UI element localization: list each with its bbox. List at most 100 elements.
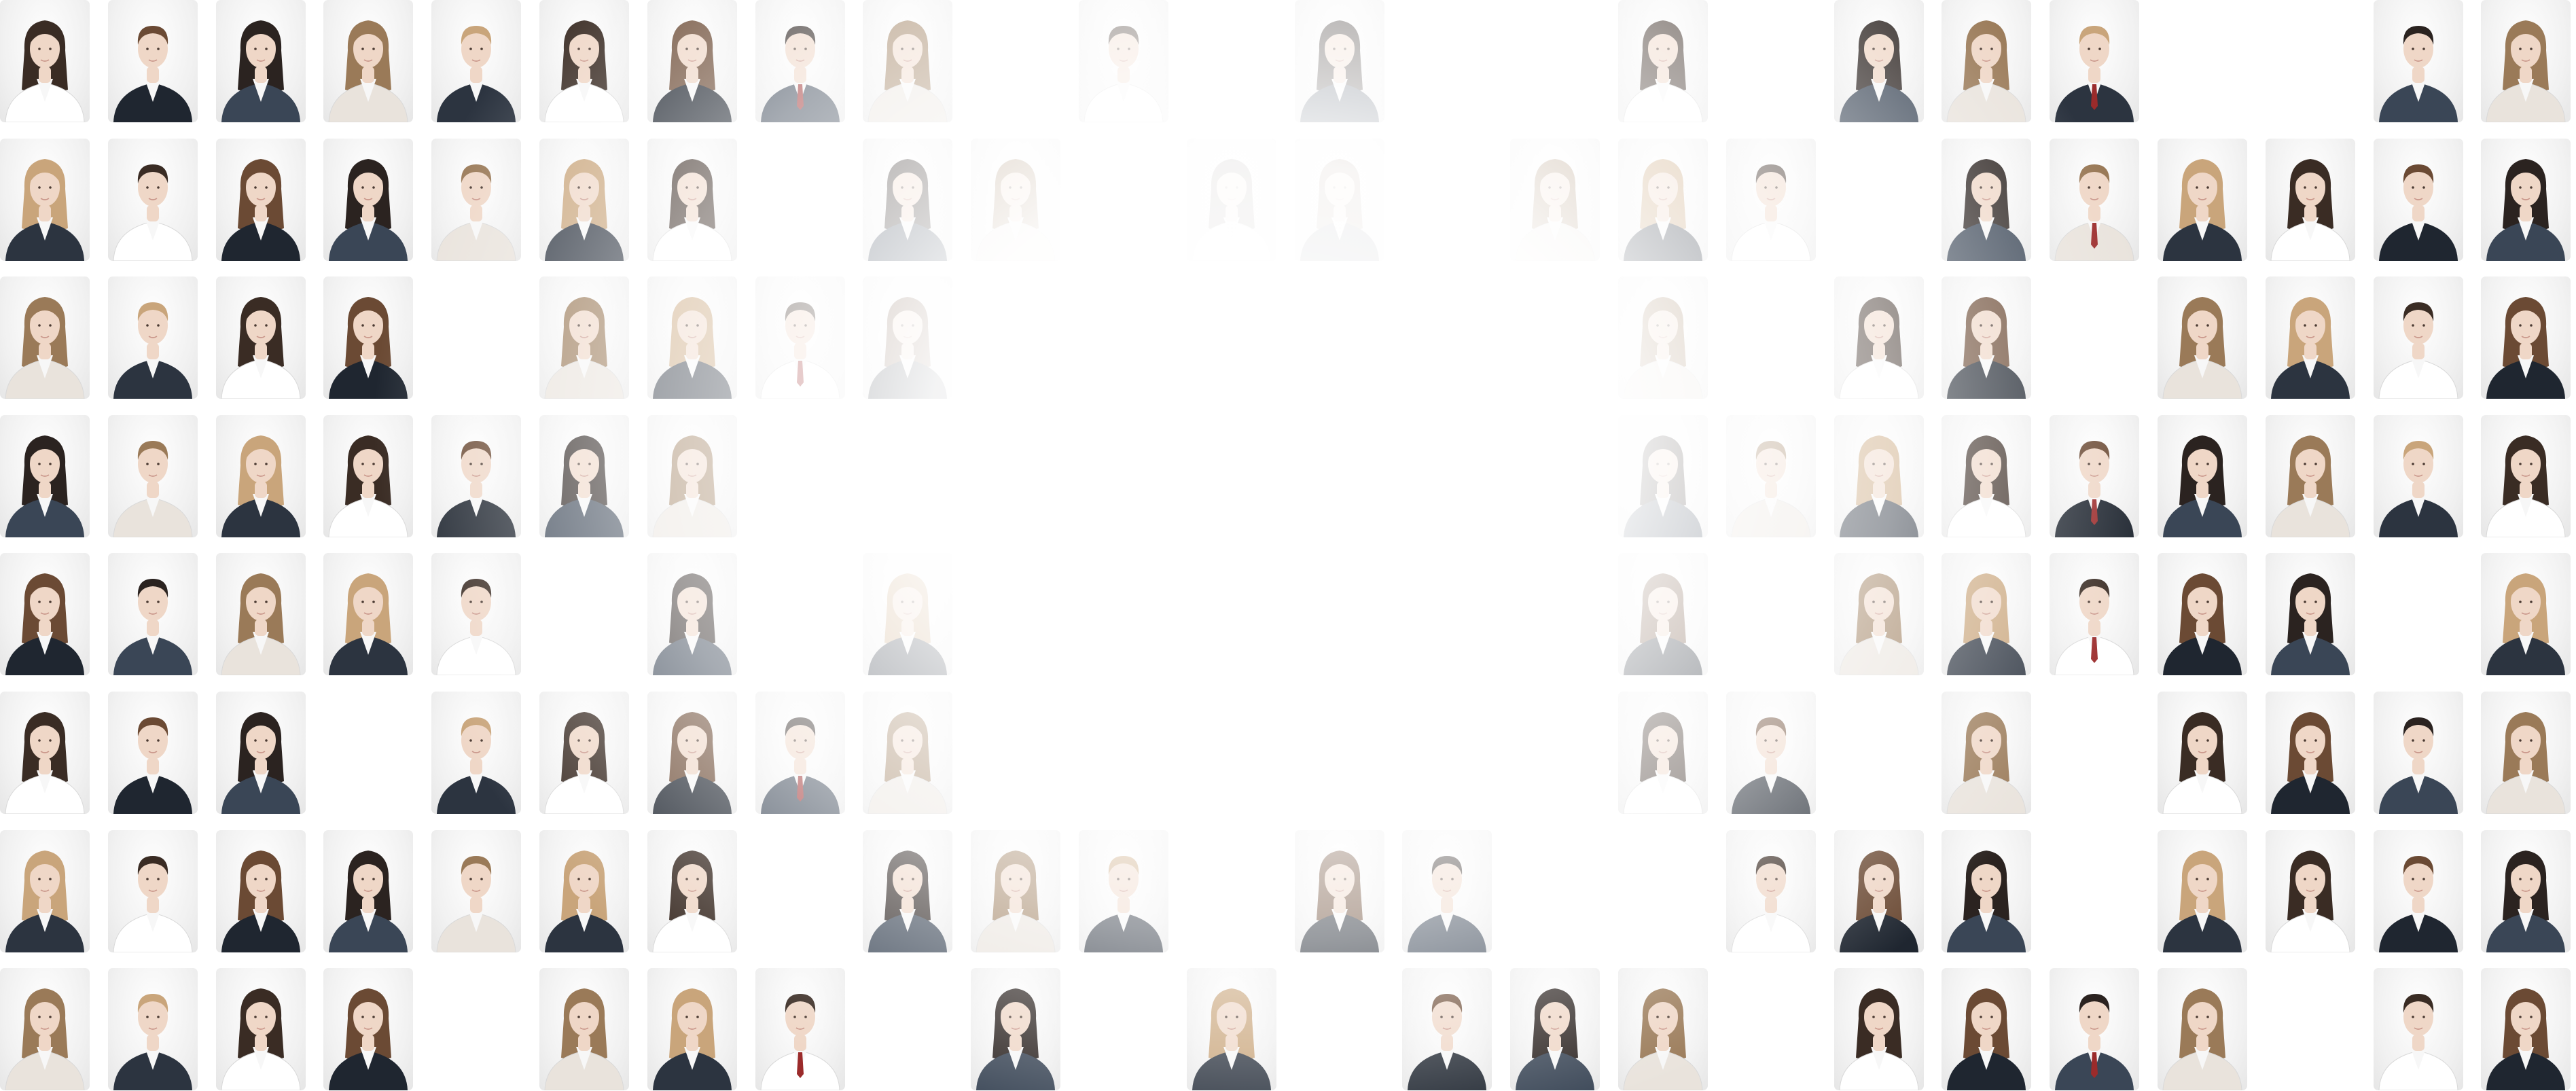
person-portrait-icon <box>976 159 1056 261</box>
portrait-photo <box>2481 830 2571 952</box>
portrait-photo <box>323 553 413 675</box>
portrait-photo <box>971 968 1060 1090</box>
portrait-photo <box>971 139 1060 261</box>
portrait-photo <box>2266 830 2355 952</box>
portrait-photo <box>1618 139 1708 261</box>
portrait-photo <box>216 830 306 952</box>
portrait-photo <box>863 830 952 952</box>
person-portrait-icon <box>653 297 732 399</box>
person-portrait-icon <box>221 712 300 814</box>
person-portrait-icon <box>2055 26 2134 122</box>
person-portrait-icon <box>1624 435 1702 537</box>
person-portrait-icon <box>221 159 300 261</box>
person-portrait-icon <box>2162 712 2242 814</box>
portrait-photo <box>863 553 952 675</box>
portrait-photo <box>863 276 952 399</box>
person-portrait-icon <box>868 159 947 261</box>
portrait-photo <box>0 139 90 261</box>
portrait-photo <box>2050 968 2139 1090</box>
person-portrait-icon <box>2486 297 2565 399</box>
portrait-photo <box>2374 692 2463 814</box>
person-portrait-icon <box>653 712 732 814</box>
person-portrait-icon <box>2486 435 2566 537</box>
portrait-photo <box>647 415 737 537</box>
portrait-photo <box>431 553 521 675</box>
portrait-photo <box>216 415 306 537</box>
portrait-photo <box>1942 0 2031 122</box>
portrait-photo <box>1726 415 1816 537</box>
portrait-photo <box>0 415 90 537</box>
person-portrait-icon <box>544 988 624 1090</box>
person-portrait-icon <box>2486 712 2566 814</box>
portrait-photo <box>1942 415 2031 537</box>
person-portrait-icon <box>2486 988 2565 1090</box>
portrait-photo <box>108 968 198 1090</box>
portrait-photo <box>2481 692 2571 814</box>
portrait-photo <box>2050 139 2139 261</box>
person-portrait-icon <box>437 26 516 122</box>
person-portrait-icon <box>1623 988 1703 1090</box>
person-portrait-icon <box>652 159 732 261</box>
person-portrait-icon <box>545 851 624 952</box>
person-portrait-icon <box>760 302 840 399</box>
portrait-photo <box>108 830 198 952</box>
portrait-photo <box>1402 968 1492 1090</box>
person-portrait-icon <box>1947 159 2026 261</box>
portrait-photo <box>539 276 629 399</box>
portrait-photo <box>647 0 737 122</box>
person-portrait-icon <box>1192 988 1271 1090</box>
portrait-photo <box>863 0 952 122</box>
person-portrait-icon <box>221 435 300 537</box>
person-portrait-icon <box>652 851 732 952</box>
person-portrait-icon <box>436 164 516 261</box>
portrait-photo <box>108 553 198 675</box>
portrait-photo <box>108 692 198 814</box>
portrait-photo <box>2158 276 2247 399</box>
portrait-photo <box>2266 692 2355 814</box>
portrait-photo <box>1510 968 1600 1090</box>
person-portrait-icon <box>1947 988 2026 1090</box>
portrait-photo <box>0 553 90 675</box>
person-portrait-icon <box>1515 159 1595 261</box>
portrait-photo <box>431 830 521 952</box>
person-portrait-icon <box>113 26 192 122</box>
person-portrait-icon <box>1947 573 2026 675</box>
person-portrait-icon <box>1840 435 1918 537</box>
person-portrait-icon <box>113 856 193 952</box>
person-portrait-icon <box>2163 435 2242 537</box>
person-portrait-icon <box>1731 441 1811 537</box>
portrait-photo <box>755 276 845 399</box>
person-portrait-icon <box>5 573 84 675</box>
person-portrait-icon <box>2379 856 2458 952</box>
portrait-photo <box>539 415 629 537</box>
portrait-photo <box>323 139 413 261</box>
portrait-photo <box>2158 415 2247 537</box>
portrait-photo <box>2374 276 2463 399</box>
portrait-photo <box>2266 276 2355 399</box>
portrait-photo <box>2374 139 2463 261</box>
portrait-photo <box>2158 692 2247 814</box>
person-portrait-icon <box>5 297 85 399</box>
portrait-photo <box>108 276 198 399</box>
person-portrait-icon <box>1300 851 1379 952</box>
person-portrait-icon <box>2271 573 2350 675</box>
person-portrait-icon <box>1300 20 1379 122</box>
person-portrait-icon <box>5 435 84 537</box>
portrait-photo <box>2158 139 2247 261</box>
portrait-photo <box>2374 968 2463 1090</box>
person-portrait-icon <box>1084 26 1164 122</box>
portrait-photo <box>1834 276 1924 399</box>
person-portrait-icon <box>1084 856 1163 952</box>
portrait-photo <box>2266 553 2355 675</box>
person-portrait-icon <box>221 988 301 1090</box>
person-portrait-icon <box>1946 712 2026 814</box>
person-portrait-icon <box>545 435 624 537</box>
person-portrait-icon <box>1947 851 2026 952</box>
person-portrait-icon <box>1624 573 1702 675</box>
person-portrait-icon <box>1731 856 1811 952</box>
portrait-photo <box>2374 415 2463 537</box>
portrait-photo <box>1618 553 1708 675</box>
person-portrait-icon <box>1947 297 2026 399</box>
portrait-wall <box>0 0 2576 1091</box>
portrait-photo <box>2050 415 2139 537</box>
